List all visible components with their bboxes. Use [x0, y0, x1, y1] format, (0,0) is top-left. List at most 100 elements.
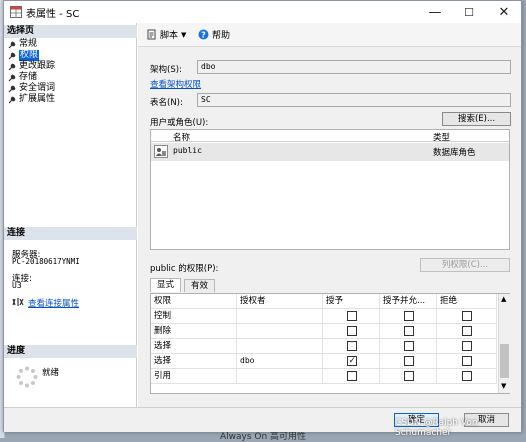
wrench-icon [8, 63, 16, 70]
permission-grantor [237, 339, 323, 354]
permission-grant-cell [323, 369, 380, 384]
section-progress: 进度 [4, 345, 137, 358]
nav-item[interactable]: 扩展属性 [8, 94, 55, 105]
permission-with-grant-checkbox[interactable] [403, 371, 414, 381]
permission-deny-checkbox[interactable] [462, 371, 472, 381]
permission-grant-cell [323, 309, 380, 324]
column-header-grantor: 授权者 [237, 294, 323, 309]
permission-with-grant-checkbox[interactable] [403, 326, 414, 336]
permission-row[interactable]: 选择 [151, 339, 497, 354]
permissions-tabs: 显式 有效 [150, 278, 510, 292]
permission-grant-checkbox[interactable] [346, 371, 357, 381]
section-select-page: 选择页 [4, 25, 137, 38]
nav-item-label: 权限 [19, 50, 40, 61]
principal-type: 数据库角色 [433, 148, 476, 158]
permission-grant-checkbox[interactable] [346, 354, 357, 368]
permission-with-grant-cell [380, 309, 437, 324]
progress-status: 就绪 [42, 368, 60, 378]
permission-deny-checkbox[interactable] [462, 356, 472, 366]
column-header-name: 名称 [173, 133, 191, 143]
nav-item-label: 安全谓词 [19, 83, 56, 93]
permission-deny-checkbox[interactable] [462, 341, 472, 351]
wrench-icon [8, 96, 16, 103]
schema-field[interactable]: dbo [197, 60, 511, 74]
permission-grant-checkbox[interactable] [346, 341, 357, 351]
table-icon [10, 6, 22, 18]
permission-grantor: dbo [237, 354, 323, 369]
toolbar: 脚本 ▼ ? 帮助 [138, 23, 521, 47]
wrench-icon [8, 41, 16, 48]
column-header-with-grant: 授予并允... [380, 294, 437, 309]
permission-grant-checkbox[interactable] [346, 326, 357, 336]
schema-label: 架构(S): [150, 65, 182, 75]
column-header-deny: 拒绝 [437, 294, 497, 309]
view-schema-permissions-link[interactable]: 查看架构权限 [150, 78, 201, 90]
nav-item[interactable]: 权限 [8, 50, 40, 61]
permission-deny-cell [437, 369, 497, 384]
permission-grant-cell [323, 324, 380, 339]
scrollbar-thumb[interactable] [500, 344, 509, 378]
nav-item[interactable]: 更改跟踪 [8, 61, 55, 72]
column-permissions-button[interactable]: 列权限(C)... [420, 258, 510, 272]
search-button[interactable]: 搜索(E)... [442, 112, 511, 126]
tab-explicit[interactable]: 显式 [150, 278, 182, 292]
nav-item[interactable]: 常规 [8, 39, 37, 50]
permission-with-grant-checkbox[interactable] [403, 356, 414, 366]
script-button[interactable]: 脚本 ▼ [146, 28, 186, 41]
permission-with-grant-cell [380, 339, 437, 354]
progress-spinner-icon [16, 366, 38, 388]
permission-grantor [237, 369, 323, 384]
script-label: 脚本 [160, 31, 179, 41]
nav-item[interactable]: 存储 [8, 72, 37, 83]
column-header-type: 类型 [433, 133, 451, 143]
table-name-label: 表名(N): [150, 98, 183, 108]
permission-row[interactable]: 引用 [151, 369, 497, 384]
permission-grant-checkbox[interactable] [346, 311, 357, 321]
svg-text:?: ? [201, 31, 206, 40]
permission-deny-checkbox[interactable] [462, 311, 472, 321]
database-role-icon [154, 145, 168, 158]
script-icon [147, 29, 156, 40]
permission-row[interactable]: 删除 [151, 324, 497, 339]
permissions-scrollbar[interactable]: ▲ ▼ [498, 294, 510, 393]
permission-name: 选择 [151, 339, 237, 354]
permission-row[interactable]: 选择 dbo [151, 354, 497, 369]
permission-with-grant-checkbox[interactable] [403, 341, 414, 351]
help-button[interactable]: ? 帮助 [198, 28, 230, 41]
nav-item[interactable]: 安全谓词 [8, 83, 55, 94]
permission-name: 引用 [151, 369, 237, 384]
permission-name: 删除 [151, 324, 237, 339]
scroll-down-icon[interactable]: ▼ [501, 382, 506, 390]
permission-deny-cell [437, 339, 497, 354]
principals-grid-header: 名称 类型 [151, 130, 509, 143]
permission-with-grant-cell [380, 324, 437, 339]
window-title: 表属性 - SC [26, 9, 80, 20]
permission-deny-cell [437, 309, 497, 324]
permission-name: 控制 [151, 309, 237, 324]
help-icon: ? [198, 29, 209, 40]
column-header-grant: 授予 [323, 294, 380, 309]
permission-with-grant-checkbox[interactable] [403, 311, 414, 321]
nav-item-label: 常规 [19, 39, 38, 49]
minimize-button[interactable]: — [418, 1, 452, 23]
permission-grantor [237, 309, 323, 324]
principal-name: public [173, 146, 202, 155]
users-roles-label: 用户或角色(U): [150, 118, 209, 128]
maximize-button[interactable]: ☐ [452, 1, 486, 23]
permission-deny-cell [437, 324, 497, 339]
table-name-field[interactable]: SC [197, 93, 511, 107]
column-header-permission: 权限 [151, 294, 237, 309]
permission-row[interactable]: 控制 [151, 309, 497, 324]
title-bar: 表属性 - SC — ☐ ✕ [4, 1, 521, 23]
nav-item-label: 更改跟踪 [19, 61, 56, 71]
nav-item-label: 扩展属性 [19, 94, 56, 104]
help-label: 帮助 [212, 31, 231, 41]
principal-row[interactable]: public 数据库角色 [151, 143, 509, 161]
scroll-up-icon[interactable]: ▲ [501, 295, 506, 303]
close-button[interactable]: ✕ [487, 1, 521, 23]
left-pane: 选择页 常规 权限 更改跟踪 存储 安全谓词 扩展属性 连接 服务器: PC-201806… [4, 23, 137, 407]
tab-effective[interactable]: 有效 [184, 279, 216, 292]
view-connection-properties-link[interactable]: 查看连接属性 [28, 297, 79, 309]
permission-with-grant-cell [380, 369, 437, 384]
permission-deny-checkbox[interactable] [462, 326, 472, 336]
